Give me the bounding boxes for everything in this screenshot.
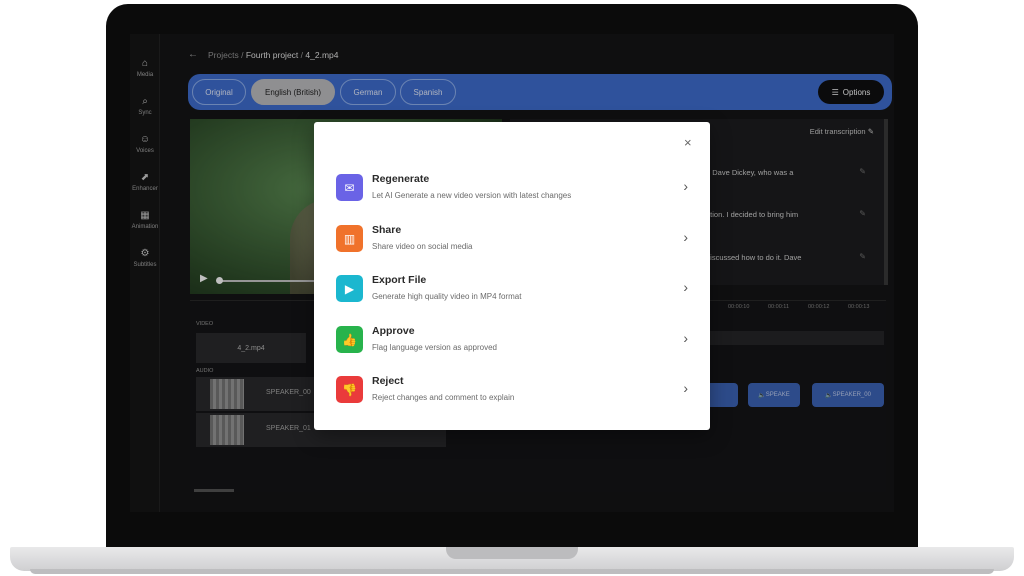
option-description: Generate high quality video in MP4 forma… <box>372 292 522 301</box>
chevron-right-icon: › <box>683 229 688 245</box>
video-camera-icon: ▶ <box>336 275 363 302</box>
chevron-right-icon: › <box>683 380 688 396</box>
actions-modal: × ✉ Regenerate Let AI Generate a new vid… <box>314 122 710 430</box>
approve-option[interactable]: 👍 Approve Flag language version as appro… <box>336 324 688 364</box>
option-description: Let AI Generate a new video version with… <box>372 191 572 200</box>
regenerate-option[interactable]: ✉ Regenerate Let AI Generate a new video… <box>336 172 688 212</box>
chevron-right-icon: › <box>683 279 688 295</box>
option-title: Approve <box>372 325 415 337</box>
option-description: Reject changes and comment to explain <box>372 393 515 402</box>
thumbs-up-icon: 👍 <box>336 326 363 353</box>
laptop-notch <box>446 547 578 559</box>
option-title: Reject <box>372 375 404 387</box>
option-description: Share video on social media <box>372 242 473 251</box>
option-title: Regenerate <box>372 173 430 185</box>
mail-icon: ✉ <box>336 174 363 201</box>
export-file-option[interactable]: ▶ Export File Generate high quality vide… <box>336 273 688 313</box>
chevron-right-icon: › <box>683 178 688 194</box>
option-title: Share <box>372 224 402 236</box>
share-option[interactable]: ▥ Share Share video on social media › <box>336 223 688 263</box>
option-description: Flag language version as approved <box>372 343 497 352</box>
thumbs-down-icon: 👎 <box>336 376 363 403</box>
laptop-base-shadow <box>30 569 994 574</box>
reject-option[interactable]: 👎 Reject Reject changes and comment to e… <box>336 374 688 414</box>
bar-chart-icon: ▥ <box>336 225 363 252</box>
chevron-right-icon: › <box>683 330 688 346</box>
close-icon[interactable]: × <box>684 136 692 149</box>
option-title: Export File <box>372 274 427 286</box>
